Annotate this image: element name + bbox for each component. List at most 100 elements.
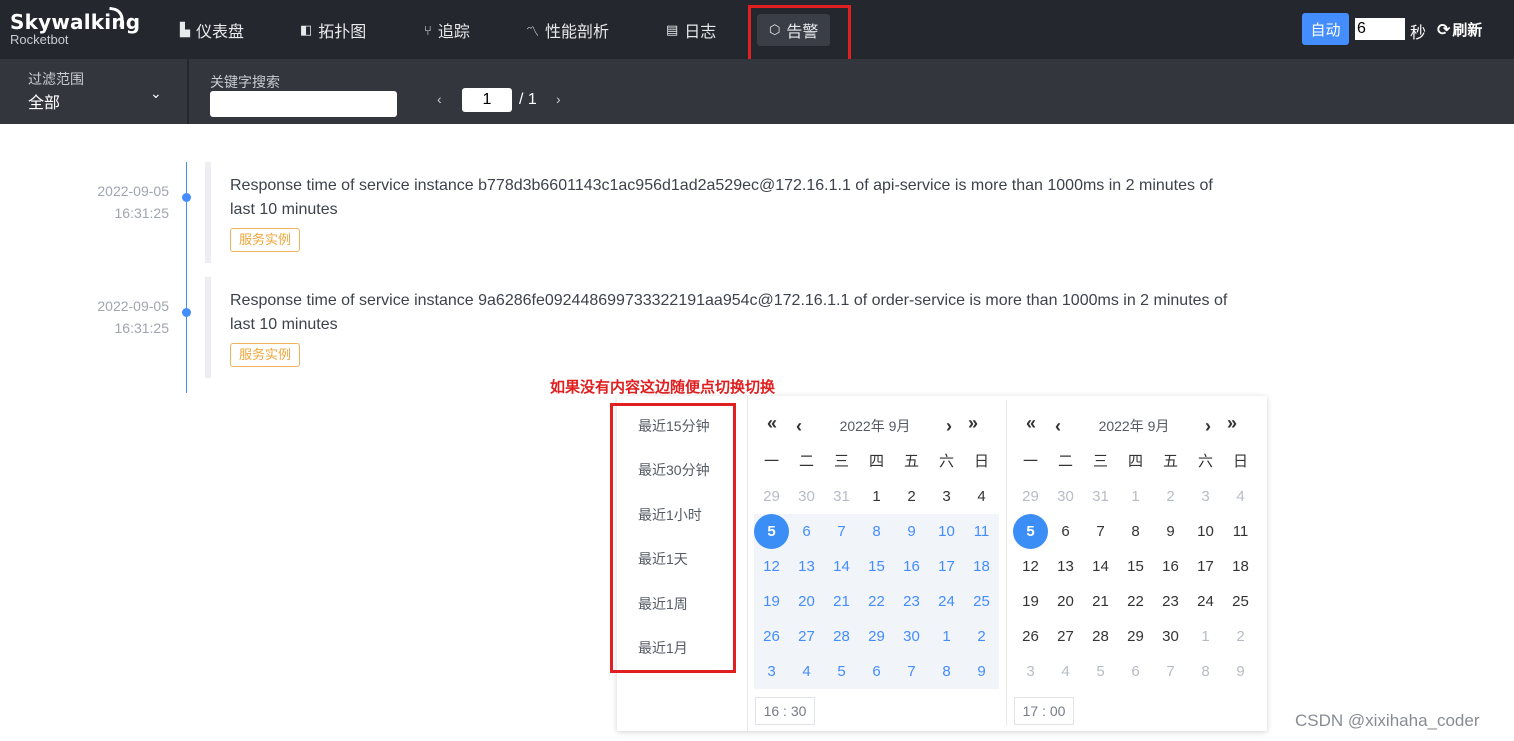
calendar-day[interactable]: 27 (789, 619, 824, 654)
calendar-day[interactable]: 30 (789, 479, 824, 514)
calendar-day[interactable]: 28 (1083, 619, 1118, 654)
chevron-right-icon[interactable]: › (556, 91, 561, 107)
calendar-day[interactable]: 2 (1223, 619, 1258, 654)
calendar-day[interactable]: 23 (894, 584, 929, 619)
calendar-day[interactable]: 4 (1223, 479, 1258, 514)
nav-dashboard[interactable]: ▙ 仪表盘 (180, 16, 244, 44)
next-month-icon[interactable]: › (1205, 416, 1211, 437)
calendar-day[interactable]: 28 (824, 619, 859, 654)
calendar-day[interactable]: 6 (1048, 514, 1083, 549)
logo[interactable]: Skywalking Rocketbot (10, 6, 140, 47)
calendar-day[interactable]: 29 (1118, 619, 1153, 654)
end-time[interactable]: 17 : 00 (1014, 697, 1074, 725)
calendar-day[interactable]: 30 (894, 619, 929, 654)
calendar-day[interactable]: 6 (859, 654, 894, 689)
calendar-day[interactable]: 30 (1153, 619, 1188, 654)
calendar-day[interactable]: 20 (1048, 584, 1083, 619)
next-year-icon[interactable]: » (968, 413, 978, 434)
calendar-day[interactable]: 4 (789, 654, 824, 689)
calendar-day[interactable]: 14 (1083, 549, 1118, 584)
calendar-day[interactable]: 8 (1118, 514, 1153, 549)
calendar-day[interactable]: 7 (1083, 514, 1118, 549)
calendar-day[interactable]: 5 (1083, 654, 1118, 689)
calendar-day[interactable]: 24 (1188, 584, 1223, 619)
refresh-interval-input[interactable] (1355, 18, 1405, 40)
calendar-day[interactable]: 21 (1083, 584, 1118, 619)
calendar-day[interactable]: 19 (754, 584, 789, 619)
calendar-day[interactable]: 9 (1223, 654, 1258, 689)
calendar-day[interactable]: 18 (964, 549, 999, 584)
calendar-day[interactable]: 16 (1153, 549, 1188, 584)
calendar-day[interactable]: 29 (859, 619, 894, 654)
calendar-day[interactable]: 3 (1188, 479, 1223, 514)
start-time[interactable]: 16 : 30 (755, 697, 815, 725)
nav-log[interactable]: ▤ 日志 (666, 16, 716, 44)
calendar-day[interactable]: 8 (929, 654, 964, 689)
calendar-day[interactable]: 6 (789, 514, 824, 549)
calendar-day[interactable]: 9 (894, 514, 929, 549)
calendar-day[interactable]: 17 (929, 549, 964, 584)
calendar-day[interactable]: 31 (824, 479, 859, 514)
alarm-message[interactable]: Response time of service instance b778d3… (230, 174, 1230, 222)
calendar-day[interactable]: 25 (1223, 584, 1258, 619)
calendar-day[interactable]: 6 (1118, 654, 1153, 689)
calendar-day[interactable]: 31 (1083, 479, 1118, 514)
calendar-day[interactable]: 25 (964, 584, 999, 619)
calendar-day[interactable]: 3 (754, 654, 789, 689)
calendar-day[interactable]: 12 (754, 549, 789, 584)
keyword-search-input[interactable] (210, 91, 397, 117)
calendar-day[interactable]: 1 (1188, 619, 1223, 654)
nav-trace[interactable]: ⑂ 追踪 (424, 16, 470, 44)
calendar-day[interactable]: 23 (1153, 584, 1188, 619)
calendar-day[interactable]: 10 (929, 514, 964, 549)
calendar-day[interactable]: 14 (824, 549, 859, 584)
calendar-day[interactable]: 17 (1188, 549, 1223, 584)
calendar-day[interactable]: 8 (1188, 654, 1223, 689)
page-number-input[interactable] (462, 88, 512, 112)
calendar-day[interactable]: 27 (1048, 619, 1083, 654)
calendar-day[interactable]: 26 (754, 619, 789, 654)
calendar-day[interactable]: 11 (1223, 514, 1258, 549)
calendar-day[interactable]: 21 (824, 584, 859, 619)
calendar-day[interactable]: 3 (929, 479, 964, 514)
refresh-button[interactable]: ⟳ 刷新 (1437, 19, 1482, 40)
alarm-message[interactable]: Response time of service instance 9a6286… (230, 289, 1230, 337)
calendar-day[interactable]: 1 (859, 479, 894, 514)
calendar-day[interactable]: 30 (1048, 479, 1083, 514)
calendar-day-selected[interactable]: 5 (1013, 514, 1048, 549)
calendar-day[interactable]: 5 (824, 654, 859, 689)
calendar-day[interactable]: 13 (1048, 549, 1083, 584)
calendar-day[interactable]: 7 (824, 514, 859, 549)
calendar-day[interactable]: 2 (964, 619, 999, 654)
next-year-icon[interactable]: » (1227, 413, 1237, 434)
calendar-day[interactable]: 1 (1118, 479, 1153, 514)
calendar-day[interactable]: 9 (1153, 514, 1188, 549)
nav-topology[interactable]: ◧ 拓扑图 (300, 16, 366, 44)
calendar-day[interactable]: 1 (929, 619, 964, 654)
calendar-day[interactable]: 18 (1223, 549, 1258, 584)
calendar-day[interactable]: 29 (1013, 479, 1048, 514)
calendar-day[interactable]: 7 (894, 654, 929, 689)
calendar-day[interactable]: 7 (1153, 654, 1188, 689)
calendar-day[interactable]: 2 (894, 479, 929, 514)
calendar-day[interactable]: 2 (1153, 479, 1188, 514)
calendar-day[interactable]: 15 (1118, 549, 1153, 584)
calendar-day[interactable]: 12 (1013, 549, 1048, 584)
calendar-day[interactable]: 8 (859, 514, 894, 549)
calendar-day[interactable]: 22 (859, 584, 894, 619)
calendar-day[interactable]: 3 (1013, 654, 1048, 689)
calendar-day[interactable]: 13 (789, 549, 824, 584)
calendar-day[interactable]: 26 (1013, 619, 1048, 654)
calendar-day[interactable]: 4 (1048, 654, 1083, 689)
auto-refresh-button[interactable]: 自动 (1302, 13, 1349, 45)
calendar-day[interactable]: 15 (859, 549, 894, 584)
calendar-day[interactable]: 4 (964, 479, 999, 514)
calendar-day[interactable]: 16 (894, 549, 929, 584)
chevron-left-icon[interactable]: ‹ (437, 91, 442, 107)
calendar-day-selected[interactable]: 5 (754, 514, 789, 549)
scope-select[interactable]: 过滤范围 全部 ⌄ (0, 59, 189, 124)
next-month-icon[interactable]: › (946, 416, 952, 437)
calendar-day[interactable]: 22 (1118, 584, 1153, 619)
calendar-day[interactable]: 29 (754, 479, 789, 514)
calendar-day[interactable]: 20 (789, 584, 824, 619)
